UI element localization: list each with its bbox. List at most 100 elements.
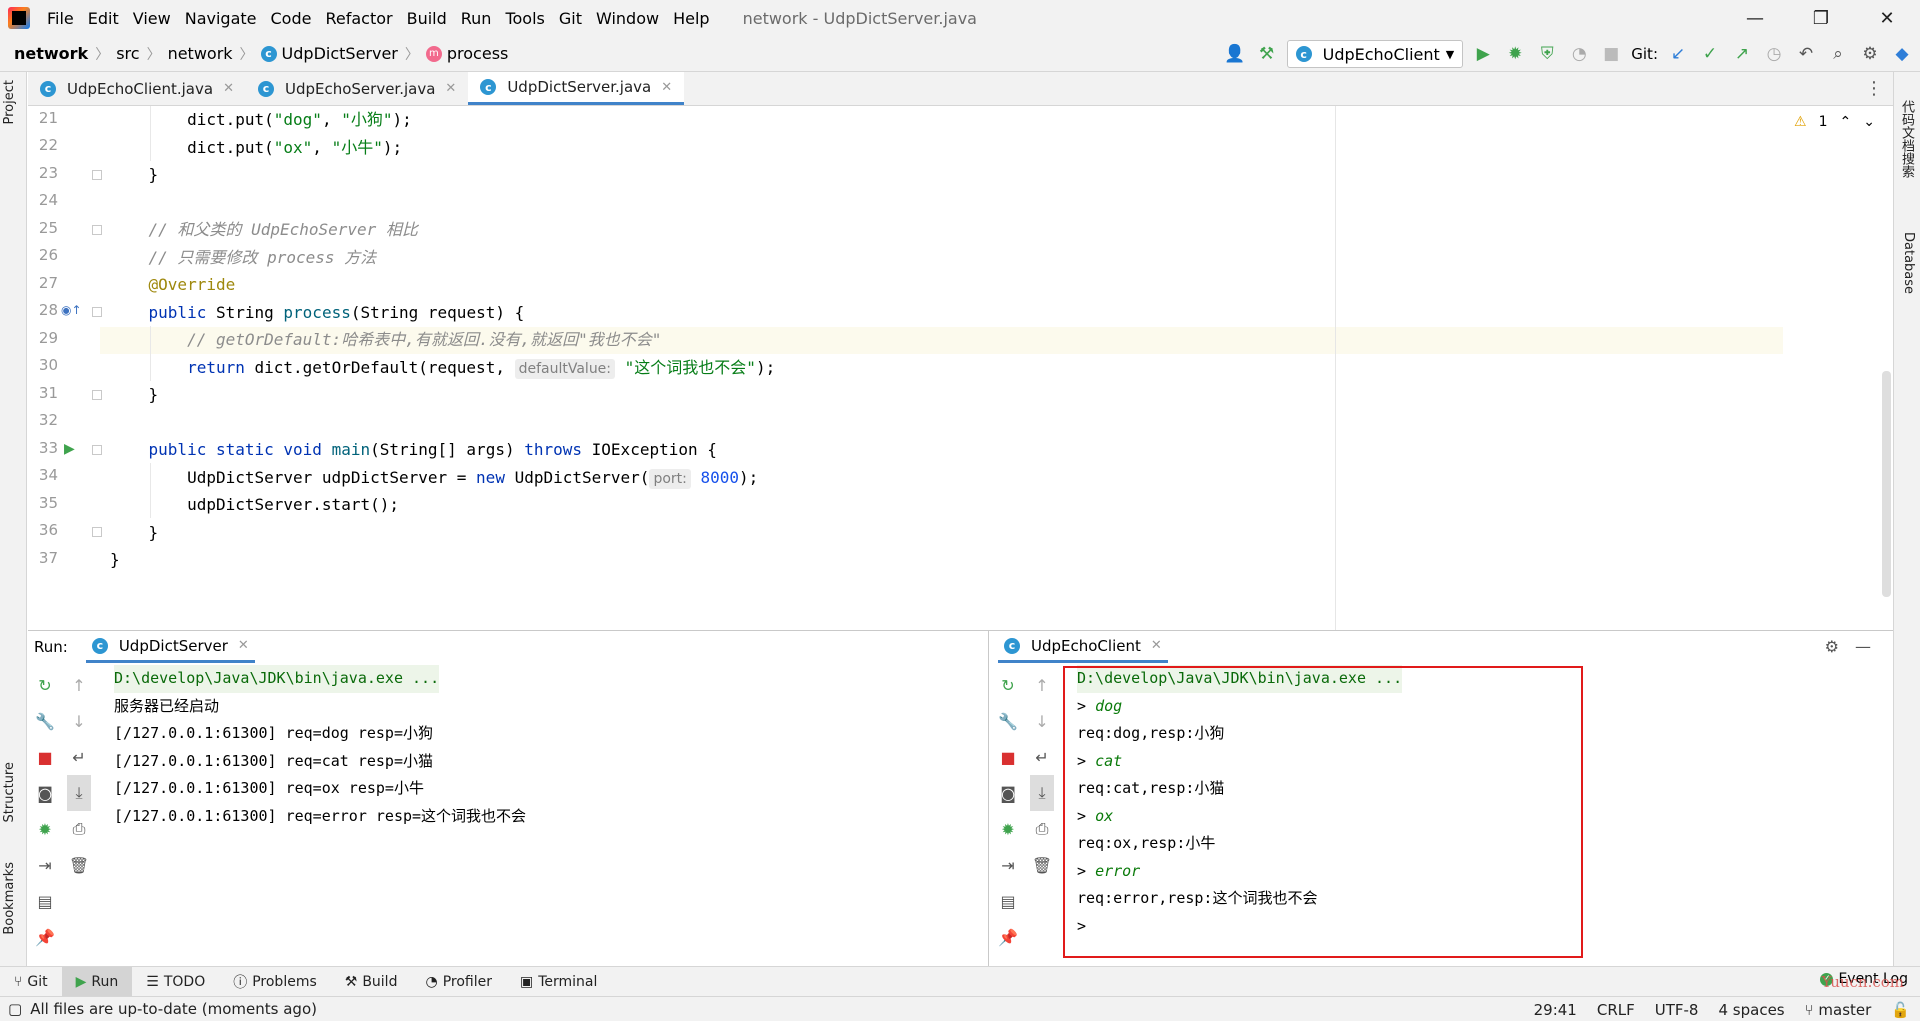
layout-icon[interactable]: ▤ — [33, 883, 57, 919]
menu-code[interactable]: Code — [264, 9, 319, 28]
tab-udpdictserver[interactable]: c UdpDictServer.java ✕ — [468, 72, 685, 105]
soft-wrap-icon[interactable]: ↵ — [67, 739, 91, 775]
search-icon[interactable]: ⌕ — [1826, 42, 1850, 66]
fold-marker-icon[interactable] — [92, 170, 102, 180]
build-hammer-icon[interactable]: ⚒ — [1255, 42, 1279, 66]
menu-help[interactable]: Help — [666, 9, 716, 28]
menu-refactor[interactable]: Refactor — [318, 9, 399, 28]
lock-icon[interactable]: 🔓 — [1891, 1001, 1910, 1019]
menu-tools[interactable]: Tools — [498, 9, 551, 28]
arrow-up-icon[interactable]: ↑ — [67, 667, 91, 703]
tab-udpechoserver[interactable]: c UdpEchoServer.java ✕ — [246, 72, 468, 105]
git-branch[interactable]: ⑂ master — [1805, 1001, 1872, 1019]
terminal-tool-button[interactable]: ▣ Terminal — [506, 967, 611, 997]
status-toggle-icon[interactable]: ▢ — [8, 1000, 22, 1018]
menu-git[interactable]: Git — [552, 9, 589, 28]
indent-setting[interactable]: 4 spaces — [1718, 1001, 1784, 1019]
problems-tool-button[interactable]: ⓘ Problems — [219, 967, 331, 997]
menu-run[interactable]: Run — [454, 9, 499, 28]
editor-scrollbar[interactable] — [1882, 371, 1891, 597]
camera-icon[interactable]: ◙ — [33, 775, 57, 811]
stop-icon[interactable]: ■ — [33, 739, 57, 775]
breadcrumb-src[interactable]: src — [112, 44, 143, 63]
chevron-up-icon[interactable]: ⌃ — [1840, 114, 1852, 130]
tab-udpechoclient[interactable]: c UdpEchoClient.java ✕ — [28, 72, 246, 105]
close-icon[interactable]: ✕ — [238, 638, 249, 653]
stop-icon[interactable]: ■ — [996, 739, 1020, 775]
hide-panel-icon[interactable]: — — [1855, 637, 1871, 656]
fold-marker-icon[interactable] — [92, 390, 102, 400]
fold-marker-icon[interactable] — [92, 307, 102, 317]
menu-build[interactable]: Build — [400, 9, 454, 28]
profiler-tool-button[interactable]: ◔ Profiler — [411, 967, 506, 997]
history-icon[interactable]: ◷ — [1762, 42, 1786, 66]
line-separator[interactable]: CRLF — [1597, 1001, 1635, 1019]
fold-marker-icon[interactable] — [92, 445, 102, 455]
project-tool-button[interactable]: Project — [2, 80, 17, 124]
rerun-icon[interactable]: ↻ — [33, 667, 57, 703]
run-gutter-icon[interactable]: ▶ — [64, 441, 75, 457]
soft-wrap-icon[interactable]: ↵ — [1030, 739, 1054, 775]
trash-icon[interactable]: 🗑 — [1030, 847, 1054, 883]
menu-navigate[interactable]: Navigate — [178, 9, 264, 28]
close-icon[interactable]: ✕ — [661, 80, 672, 95]
debug-icon[interactable]: ✹ — [996, 811, 1020, 847]
file-encoding[interactable]: UTF-8 — [1655, 1001, 1699, 1019]
profile-icon[interactable]: ◔ — [1567, 42, 1591, 66]
chevron-down-icon[interactable]: ⌄ — [1863, 114, 1875, 130]
git-update-icon[interactable]: ↙ — [1666, 42, 1690, 66]
caret-position[interactable]: 29:41 — [1534, 1001, 1577, 1019]
close-window-button[interactable]: ✕ — [1854, 0, 1920, 36]
restore-button[interactable]: ❐ — [1788, 0, 1854, 36]
run-config-select[interactable]: c UdpEchoClient ▼ — [1286, 40, 1464, 68]
run-tool-button[interactable]: ▶ Run — [61, 966, 133, 997]
run-icon[interactable]: ▶ — [1471, 42, 1495, 66]
build-tool-button[interactable]: ⚒ Build — [331, 967, 412, 997]
user-icon[interactable]: 👤 — [1223, 42, 1247, 66]
exit-icon[interactable]: ⇥ — [33, 847, 57, 883]
run-tab-udpechoclient[interactable]: c UdpEchoClient ✕ — [998, 631, 1168, 663]
stop-icon[interactable]: ■ — [1599, 42, 1623, 66]
git-commit-icon[interactable]: ✓ — [1698, 42, 1722, 66]
debug-icon[interactable]: ✹ — [33, 811, 57, 847]
print-icon[interactable]: ⎙ — [67, 811, 91, 847]
structure-tool-button[interactable]: Structure — [2, 762, 17, 822]
git-push-icon[interactable]: ↗ — [1730, 42, 1754, 66]
plugin-logo-icon[interactable]: ◆ — [1890, 42, 1914, 66]
todo-tool-button[interactable]: ☰ TODO — [132, 967, 219, 997]
wrench-icon[interactable]: 🔧 — [996, 703, 1020, 739]
trash-icon[interactable]: 🗑 — [67, 847, 91, 883]
minimize-button[interactable]: — — [1722, 0, 1788, 36]
close-icon[interactable]: ✕ — [445, 81, 456, 96]
fold-marker-icon[interactable] — [92, 527, 102, 537]
rerun-icon[interactable]: ↻ — [996, 667, 1020, 703]
breadcrumb-project[interactable]: network — [10, 44, 92, 63]
menu-edit[interactable]: Edit — [81, 9, 126, 28]
gear-icon[interactable]: ⚙ — [1825, 637, 1839, 656]
fold-marker-icon[interactable] — [92, 225, 102, 235]
debug-icon[interactable]: ✹ — [1503, 42, 1527, 66]
inspection-widget[interactable]: ⚠ 1 ⌃ ⌄ — [1794, 114, 1875, 130]
panel-divider[interactable] — [988, 631, 989, 967]
breadcrumb-method[interactable]: m process — [422, 44, 512, 63]
bookmarks-tool-button[interactable]: Bookmarks — [2, 862, 17, 935]
arrow-down-icon[interactable]: ↓ — [67, 703, 91, 739]
pin-icon[interactable]: 📌 — [33, 919, 57, 955]
menu-window[interactable]: Window — [589, 9, 666, 28]
git-tool-button[interactable]: ⑂ Git — [0, 967, 62, 997]
scroll-to-end-icon[interactable]: ⤓ — [1030, 775, 1054, 811]
menu-view[interactable]: View — [126, 9, 178, 28]
menu-file[interactable]: File — [40, 9, 81, 28]
override-marker-icon[interactable]: ◉↑ — [61, 303, 82, 317]
intellij-logo-icon[interactable] — [8, 7, 30, 29]
server-console[interactable]: D:\develop\Java\JDK\bin\java.exe ... 服务器… — [114, 665, 526, 830]
pin-icon[interactable]: 📌 — [996, 919, 1020, 955]
arrow-down-icon[interactable]: ↓ — [1030, 703, 1054, 739]
gear-icon[interactable]: ⚙ — [1858, 42, 1882, 66]
breadcrumb-class[interactable]: c UdpDictServer — [257, 44, 402, 63]
arrow-up-icon[interactable]: ↑ — [1030, 667, 1054, 703]
rollback-icon[interactable]: ↶ — [1794, 42, 1818, 66]
coverage-icon[interactable]: ⛨ — [1535, 42, 1559, 66]
exit-icon[interactable]: ⇥ — [996, 847, 1020, 883]
close-icon[interactable]: ✕ — [1151, 638, 1162, 653]
